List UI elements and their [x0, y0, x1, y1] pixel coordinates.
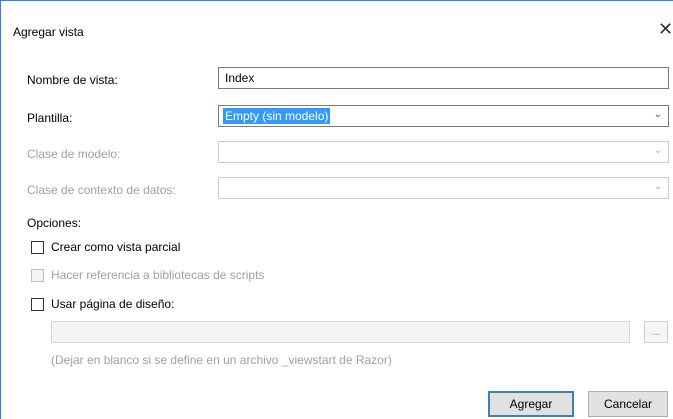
options-heading: Opciones: — [27, 216, 82, 230]
browse-button: ... — [644, 321, 668, 343]
add-button[interactable]: Agregar — [488, 391, 574, 417]
layout-page-checkbox[interactable] — [31, 298, 44, 311]
view-name-label: Nombre de vista: — [27, 73, 118, 87]
view-name-input[interactable]: Index — [218, 67, 669, 89]
template-label: Plantilla: — [27, 111, 73, 125]
layout-hint-text: (Dejar en blanco si se define en un arch… — [51, 353, 392, 367]
cancel-button[interactable]: Cancelar — [588, 391, 668, 417]
chevron-down-icon: ⌄ — [653, 109, 662, 120]
script-libraries-checkbox — [31, 269, 44, 282]
model-class-dropdown: ⌄ — [218, 141, 669, 163]
layout-page-label[interactable]: Usar página de diseño: — [51, 297, 174, 311]
partial-view-label[interactable]: Crear como vista parcial — [51, 240, 180, 254]
chevron-down-icon: ⌄ — [653, 145, 662, 156]
model-class-value — [223, 144, 227, 146]
data-context-class-dropdown: ⌄ — [218, 177, 669, 199]
model-class-label: Clase de modelo: — [27, 147, 121, 161]
template-selected-value: Empty (sin modelo) — [223, 108, 331, 124]
close-icon[interactable]: ✕ — [658, 20, 673, 38]
data-context-class-value — [223, 180, 227, 182]
template-dropdown[interactable]: Empty (sin modelo) ⌄ — [218, 105, 669, 127]
script-libraries-label: Hacer referencia a bibliotecas de script… — [51, 268, 265, 282]
layout-path-input — [51, 321, 630, 343]
dialog-title: Agregar vista — [13, 25, 84, 39]
chevron-down-icon: ⌄ — [653, 181, 662, 192]
partial-view-checkbox[interactable] — [31, 241, 44, 254]
data-context-class-label: Clase de contexto de datos: — [27, 183, 176, 197]
add-view-dialog: Agregar vista ✕ Nombre de vista: Index P… — [0, 0, 673, 419]
